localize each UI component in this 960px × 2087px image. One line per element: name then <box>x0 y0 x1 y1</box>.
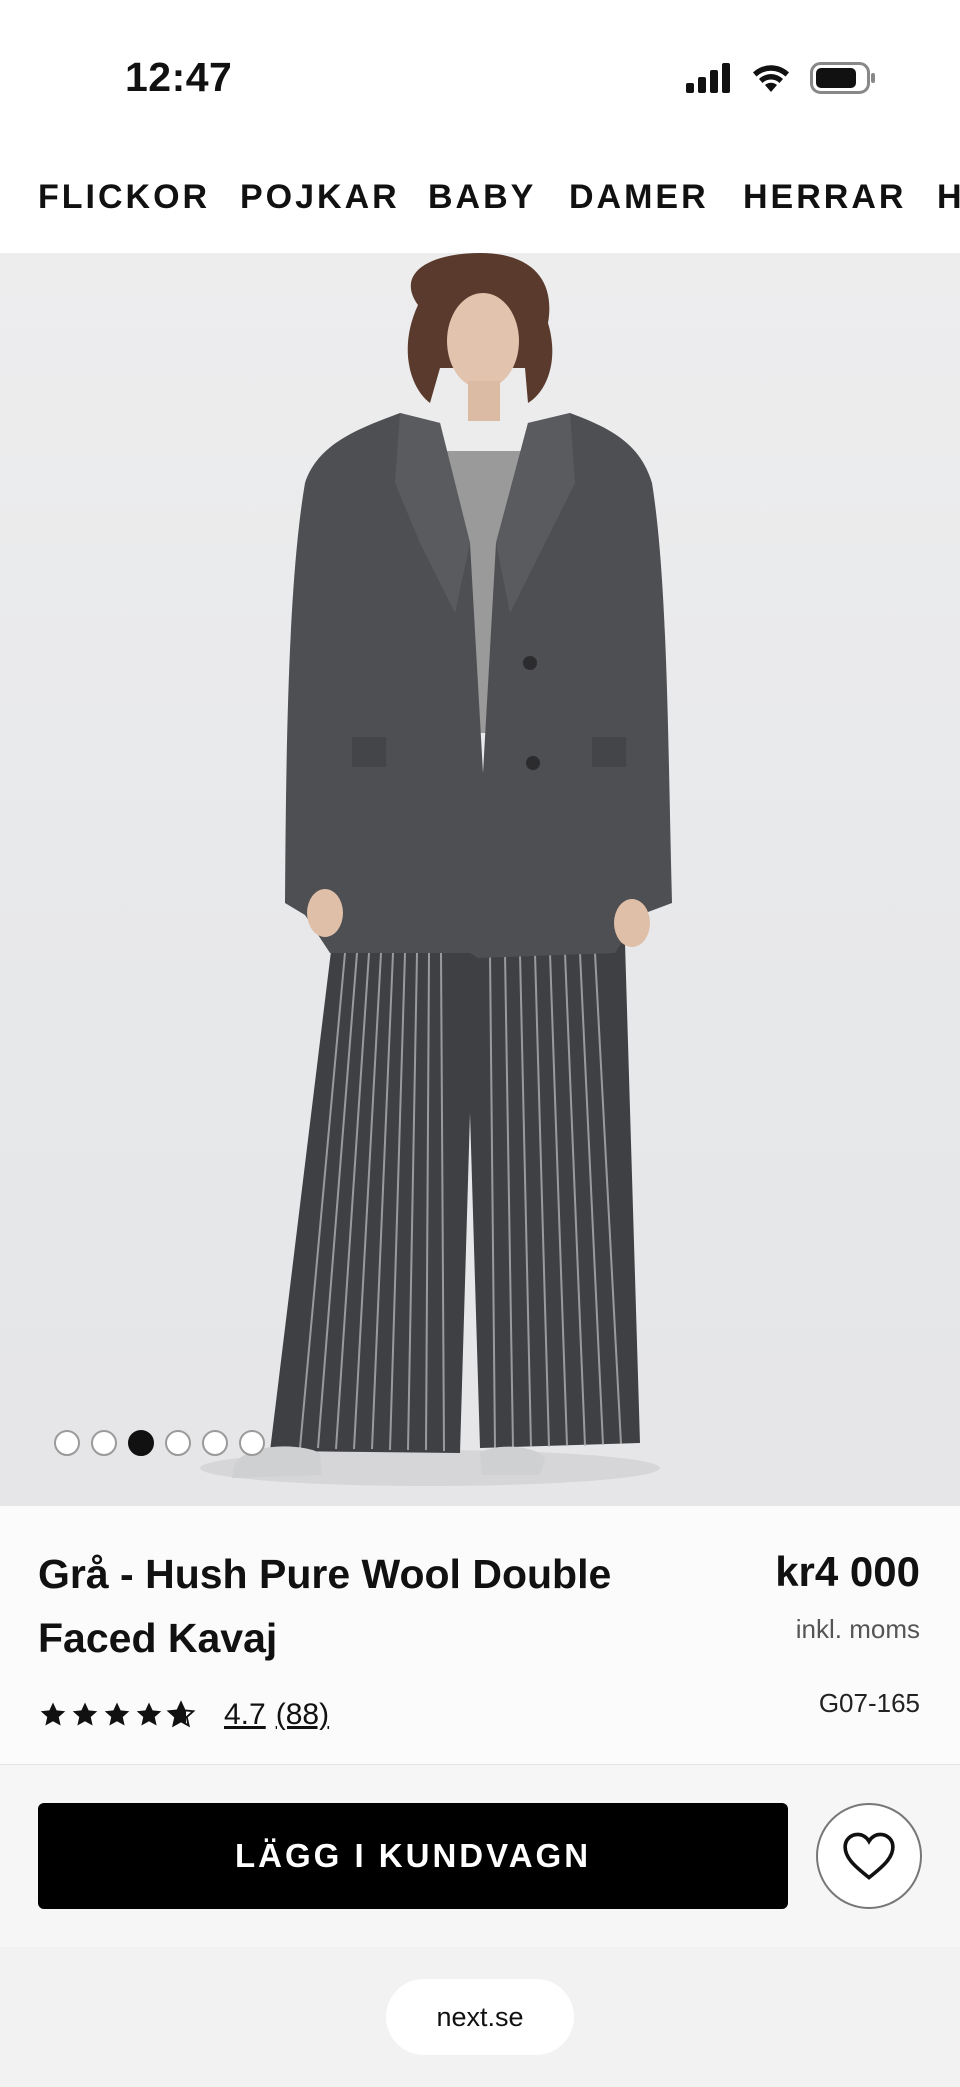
browser-bottom-bar: next.se <box>0 1947 960 2087</box>
product-info: Grå - Hush Pure Wool Double Faced Kavaj … <box>0 1506 960 1764</box>
star-icon <box>136 1702 162 1726</box>
add-to-cart-button[interactable]: LÄGG I KUNDVAGN <box>38 1803 788 1909</box>
product-image[interactable] <box>0 253 960 1506</box>
action-bar: LÄGG I KUNDVAGN <box>0 1764 960 1948</box>
favorite-button[interactable] <box>816 1803 922 1909</box>
star-icon <box>40 1702 66 1726</box>
rating-stars <box>38 1700 196 1730</box>
category-pojkar[interactable]: POJKAR <box>240 178 400 217</box>
gallery-dot[interactable] <box>165 1430 191 1456</box>
wifi-icon <box>753 65 789 92</box>
product-sku: G07-165 <box>818 1688 920 1718</box>
star-icon <box>104 1702 130 1726</box>
product-price: kr4 000 <box>775 1548 920 1595</box>
gallery-pagination <box>54 1430 265 1456</box>
status-icons <box>686 58 876 98</box>
category-herrar[interactable]: HERRAR <box>743 178 906 217</box>
url-pill[interactable]: next.se <box>386 1979 574 2055</box>
category-partial[interactable]: H <box>937 178 960 217</box>
category-nav: FLICKOR POJKAR BABY DAMER HERRAR H <box>0 166 960 252</box>
gallery-dot[interactable] <box>239 1430 265 1456</box>
gallery-dot[interactable] <box>54 1430 80 1456</box>
vat-note: inkl. moms <box>795 1614 920 1644</box>
gallery-dot-active[interactable] <box>128 1430 154 1456</box>
gallery-dot[interactable] <box>91 1430 117 1456</box>
product-rating[interactable]: 4.7 (88) <box>38 1698 329 1732</box>
status-bar: 12:47 <box>0 0 960 150</box>
category-flickor[interactable]: FLICKOR <box>38 178 210 217</box>
star-half-icon <box>166 1700 196 1728</box>
rating-count[interactable]: (88) <box>276 1698 329 1732</box>
category-damer[interactable]: DAMER <box>569 178 709 217</box>
signal-icon <box>686 63 730 93</box>
gallery-dot[interactable] <box>202 1430 228 1456</box>
battery-icon <box>810 62 875 94</box>
model-illustration <box>200 253 672 1486</box>
rating-value[interactable]: 4.7 <box>224 1698 266 1732</box>
star-icon <box>72 1702 98 1726</box>
product-title: Grå - Hush Pure Wool Double Faced Kavaj <box>38 1551 612 1661</box>
category-baby[interactable]: BABY <box>428 178 536 217</box>
status-time: 12:47 <box>125 54 233 100</box>
heart-icon <box>843 1832 895 1880</box>
